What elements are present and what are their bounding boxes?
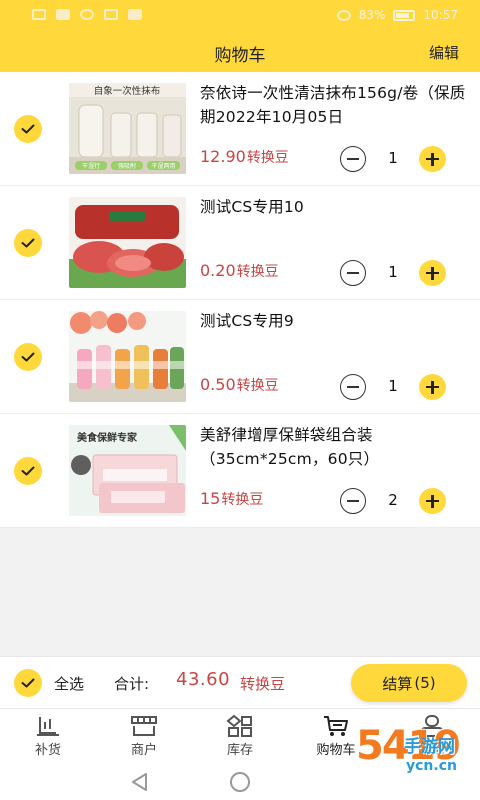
product-title[interactable]: 测试CS专用10 (200, 195, 466, 219)
status-bar: 83% 10:57 (0, 0, 480, 32)
check-icon (21, 124, 35, 134)
product-image-caption: 美食保鲜专家 (77, 431, 138, 444)
check-icon (21, 238, 35, 248)
check-icon (21, 466, 35, 476)
item-checkbox[interactable] (14, 457, 42, 485)
price-amount: 0.20 (200, 261, 236, 280)
cart-item: 测试CS专用10 0.20 转换豆 1 (0, 186, 480, 300)
battery-percent: 83% (358, 8, 386, 22)
item-checkbox[interactable] (14, 343, 42, 371)
product-image (69, 311, 186, 402)
tab-store[interactable]: 商户 (96, 709, 192, 764)
product-title[interactable]: 奈依诗一次性清洁抹布156g/卷（保质期2022年10月05日 (200, 81, 466, 129)
cart-icon (324, 716, 348, 736)
inventory-icon (226, 714, 252, 737)
product-title[interactable]: 美舒律增厚保鲜袋组合装（35cm*25cm，60只） (200, 423, 466, 471)
status-icons-right: 83% 10:57 (336, 8, 458, 22)
app-notification-icon (56, 9, 70, 20)
price-unit: 转换豆 (236, 264, 279, 280)
navbar: 购物车 编辑 (0, 32, 480, 72)
tab-label: 商户 (130, 743, 157, 758)
back-icon[interactable] (130, 772, 150, 792)
quantity-value: 1 (388, 377, 398, 395)
product-image-tag: 干湿行 (82, 162, 100, 170)
checkout-button[interactable]: 结算 (5) (351, 664, 467, 702)
restock-icon (37, 717, 59, 736)
battery-icon (393, 9, 416, 21)
quantity-value: 1 (388, 263, 398, 281)
price-amount: 0.50 (200, 375, 236, 394)
item-checkbox[interactable] (14, 229, 42, 257)
edit-button[interactable]: 编辑 (429, 42, 459, 63)
checkout-button-label: 结算 (382, 674, 413, 693)
sim-icon (32, 9, 46, 20)
clock: 10:57 (423, 8, 458, 22)
price-unit: 转换豆 (221, 492, 264, 508)
product-image (69, 197, 186, 288)
product-image-caption: 自象一次性抹布 (94, 85, 161, 97)
product-price: 15 转换豆 (200, 489, 263, 509)
decrease-button[interactable] (340, 374, 366, 400)
price-amount: 12.90 (200, 147, 246, 166)
quantity-value: 1 (388, 149, 398, 167)
download-icon (128, 9, 142, 20)
watermark-domain: ycn.cn (406, 758, 457, 774)
cart-item: 测试CS专用9 0.50 转换豆 1 (0, 300, 480, 414)
decrease-button[interactable] (340, 146, 366, 172)
tab-label: 补货 (34, 743, 61, 758)
product-image-tag: 干湿两用 (151, 162, 175, 170)
tab-label: 购物车 (316, 743, 356, 758)
price-amount: 15 (200, 489, 221, 508)
alarm-icon (336, 9, 351, 21)
product-price: 12.90 转换豆 (200, 147, 289, 167)
total-unit: 转换豆 (240, 675, 286, 693)
tab-inventory[interactable]: 库存 (192, 709, 288, 764)
decrease-button[interactable] (340, 488, 366, 514)
status-icons-left (32, 9, 142, 20)
select-all-checkbox[interactable] (14, 669, 42, 697)
cart-item: 自象一次性抹布 干湿行 强吸附 干湿两用 奈依诗一次性清洁抹布156g/卷（保质… (0, 72, 480, 186)
item-checkbox[interactable] (14, 115, 42, 143)
home-icon[interactable] (230, 772, 250, 792)
cart-list: 自象一次性抹布 干湿行 强吸附 干湿两用 奈依诗一次性清洁抹布156g/卷（保质… (0, 72, 480, 528)
checkout-count: (5) (414, 674, 436, 692)
product-image-tag: 强吸附 (118, 162, 136, 170)
product-price: 0.50 转换豆 (200, 375, 279, 395)
select-all-label[interactable]: 全选 (54, 673, 84, 694)
increase-button[interactable] (419, 488, 446, 514)
notification-icon (104, 9, 118, 20)
product-image: 美食保鲜专家 (69, 425, 186, 516)
checkout-bar: 全选 合计: 43.60 转换豆 结算 (5) (0, 656, 480, 708)
cart-item: 美食保鲜专家 美舒律增厚保鲜袋组合装（35cm*25cm，60只） 15 转换豆… (0, 414, 480, 528)
page-title: 购物车 (214, 46, 266, 66)
total-amount: 43.60 (176, 669, 231, 690)
product-title[interactable]: 测试CS专用9 (200, 309, 466, 333)
quantity-value: 2 (388, 491, 398, 509)
product-image: 自象一次性抹布 干湿行 强吸附 干湿两用 (69, 83, 186, 174)
wifi-icon (80, 9, 94, 20)
watermark-logo: 5419 手游网 ycn.cn (356, 722, 474, 798)
price-unit: 转换豆 (246, 150, 289, 166)
increase-button[interactable] (419, 146, 446, 172)
price-unit: 转换豆 (236, 378, 279, 394)
tab-label: 库存 (226, 743, 253, 758)
store-icon (131, 716, 157, 736)
check-icon (21, 352, 35, 362)
check-icon (21, 678, 35, 688)
watermark-name: 手游网 (404, 737, 455, 757)
increase-button[interactable] (419, 260, 446, 286)
decrease-button[interactable] (340, 260, 366, 286)
product-price: 0.20 转换豆 (200, 261, 279, 281)
increase-button[interactable] (419, 374, 446, 400)
total-label: 合计: (114, 675, 150, 693)
tab-restock[interactable]: 补货 (0, 709, 96, 764)
